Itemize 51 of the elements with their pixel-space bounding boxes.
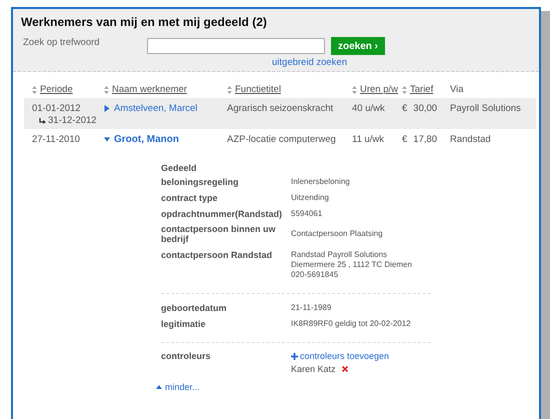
section-heading: Gedeeld: [161, 163, 198, 173]
field-label: contract type: [161, 192, 219, 202]
column-header[interactable]: Tarief: [410, 84, 434, 95]
field-value: Uitzending: [291, 192, 329, 202]
table-cell-text: 01-01-2012: [32, 102, 82, 115]
collapse-link[interactable]: minder...: [156, 382, 200, 392]
field-value: Diemermere 25 , 1112 TC Diemen: [291, 260, 412, 270]
table-cell-text: 40 u/wk: [352, 102, 386, 116]
search-field[interactable]: [147, 38, 325, 54]
plus-icon: [291, 352, 298, 360]
field-label: legitimatie: [161, 318, 207, 328]
column-header[interactable]: Naam werknemer: [112, 84, 187, 95]
table-cell-text: AZP-locatie computerweg: [227, 133, 337, 146]
search-label: Zoek op trefwoord: [22, 37, 101, 48]
field-label: beloningsregeling: [161, 176, 240, 186]
field-label: contactpersoon binnen uw bedrijf: [161, 224, 277, 244]
employee-link[interactable]: Groot, Manon: [114, 133, 179, 146]
table-cell-text: Agrarisch seizoenskracht: [227, 102, 334, 116]
table-cell: 17,80: [413, 133, 438, 146]
column-header[interactable]: Periode: [40, 84, 73, 95]
controller-name: Karen Katz: [291, 364, 336, 374]
employee-link[interactable]: Amstelveen, Marcel: [114, 102, 198, 115]
caret-up-icon: [156, 385, 162, 389]
field-value: 020-5691845: [291, 270, 338, 280]
field-value: 21-11-1989: [291, 302, 332, 312]
table-cell-text: Randstad: [450, 133, 492, 146]
column-header[interactable]: Functietitel: [235, 84, 281, 95]
remove-icon[interactable]: [342, 366, 348, 372]
table-cell-text: 30,00: [413, 102, 438, 116]
field-value: 5594061: [291, 208, 322, 218]
search-button[interactable]: zoeken ›: [331, 37, 386, 55]
currency-symbol: €: [402, 102, 408, 116]
field-label: geboortedatum: [161, 302, 228, 312]
field-label: controleurs: [161, 351, 212, 363]
field-value: Contactpersoon Plaatsing: [291, 229, 383, 239]
field-value: IK8R89RF0 geldig tot 20-02-2012: [291, 318, 411, 328]
page-title: Werknemers van mij en met mij gedeeld (2): [21, 15, 268, 29]
return-arrow-icon: [39, 118, 46, 124]
column-header: Via: [450, 84, 464, 95]
table-cell: 31-12-2012: [48, 115, 97, 126]
currency-symbol: €: [402, 133, 408, 146]
add-controllers-link[interactable]: controleurs toevoegen: [300, 351, 390, 361]
table-cell-text: Payroll Solutions: [450, 102, 522, 116]
advanced-search-link[interactable]: uitgebreid zoeken: [272, 57, 347, 68]
field-label: opdrachtnummer(Randstad): [161, 208, 284, 218]
table-cell-text: 11 u/wk: [352, 133, 386, 146]
column-header[interactable]: Uren p/w: [360, 84, 398, 95]
field-value: Inlenersbeloning: [291, 176, 350, 186]
field-label: contactpersoon Randstad: [161, 250, 274, 260]
table-cell-text: 27-11-2010: [32, 133, 81, 146]
field-value: Randstad Payroll Solutions: [291, 250, 388, 260]
